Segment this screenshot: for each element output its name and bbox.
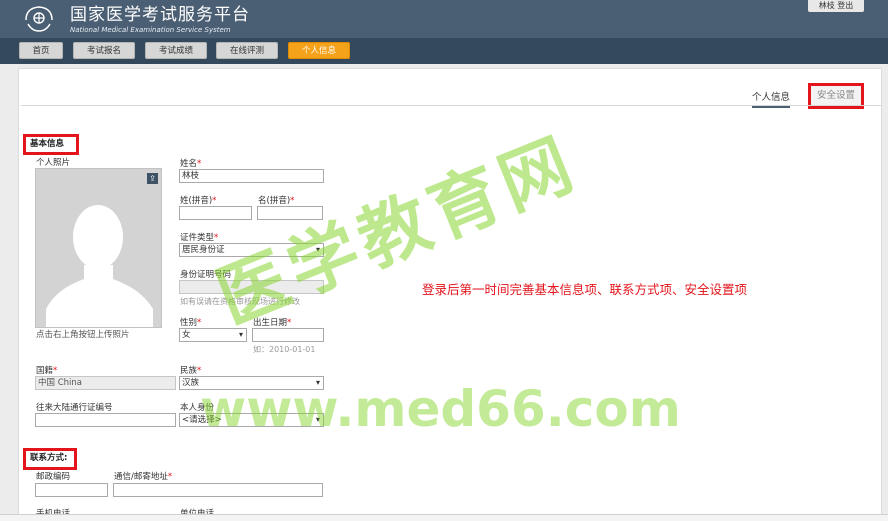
birth-date-field[interactable] — [252, 328, 324, 342]
mainland-permit-field[interactable] — [35, 413, 176, 427]
address-label: 通信/邮寄地址* — [114, 472, 173, 482]
status-bar — [0, 514, 888, 521]
name-label: 姓名* — [180, 159, 202, 169]
nav-personal-info[interactable]: 个人信息 — [288, 42, 350, 59]
username: 林枝 — [818, 1, 835, 10]
nav-exam-registration[interactable]: 考试报名 — [73, 42, 135, 59]
id-number-field — [179, 280, 324, 294]
address-field[interactable] — [113, 483, 323, 497]
ethnicity-label: 民族* — [180, 366, 202, 376]
avatar-silhouette-icon — [46, 205, 153, 327]
postcode-field[interactable] — [35, 483, 108, 497]
nav-online-assessment[interactable]: 在线评测 — [216, 42, 278, 59]
surname-pinyin-label: 姓(拼音)* — [180, 196, 217, 206]
name-field[interactable]: 林枝 — [179, 169, 324, 183]
profile-photo: ⇪ — [35, 168, 162, 328]
instruction-note: 登录后第一时间完善基本信息项、联系方式项、安全设置项 — [422, 282, 748, 297]
nav-home[interactable]: 首页 — [19, 42, 63, 59]
logout-link[interactable]: 登出 — [837, 1, 853, 10]
gender-select[interactable]: 女 — [179, 328, 247, 342]
site-title: 国家医学考试服务平台 — [70, 5, 250, 25]
contact-heading: 联系方式: — [23, 448, 77, 470]
birth-date-hint: 如：2010-01-01 — [253, 345, 316, 354]
main-nav: 首页 考试报名 考试成绩 在线评测 个人信息 — [0, 38, 888, 64]
logo-emblem-icon — [25, 6, 53, 32]
photo-label: 个人照片 — [36, 158, 71, 168]
nav-exam-scores[interactable]: 考试成绩 — [145, 42, 207, 59]
brand: 国家医学考试服务平台 National Medical Examination … — [70, 4, 250, 35]
given-pinyin-label: 名(拼音)* — [258, 196, 295, 206]
id-type-select[interactable]: 居民身份证 — [179, 243, 324, 257]
top-header: 国家医学考试服务平台 National Medical Examination … — [0, 0, 888, 38]
postcode-label: 邮政编码 — [36, 472, 71, 482]
identity-select[interactable]: <请选择> — [179, 413, 324, 427]
ethnicity-select[interactable]: 汉族 — [179, 376, 324, 390]
user-box: 林枝 登出 — [808, 0, 864, 12]
site-subtitle: National Medical Examination Service Sys… — [70, 26, 231, 34]
given-pinyin-field[interactable] — [257, 206, 323, 220]
nationality-label: 国籍* — [36, 366, 58, 376]
birth-date-label: 出生日期* — [253, 318, 292, 328]
upload-photo-icon[interactable]: ⇪ — [147, 173, 158, 184]
id-type-label: 证件类型* — [180, 233, 219, 243]
photo-upload-hint: 点击右上角按钮上传照片 — [36, 330, 130, 340]
id-number-hint: 如有误请在资格审核现场进行修改 — [180, 297, 300, 306]
tab-divider — [21, 105, 881, 106]
basic-info-heading: 基本信息 — [23, 134, 79, 155]
surname-pinyin-field[interactable] — [179, 206, 252, 220]
identity-label: 本人身份 — [180, 403, 215, 413]
mainland-permit-label: 往来大陆通行证编号 — [36, 403, 113, 413]
nationality-field: 中国 China — [35, 376, 176, 390]
id-number-label: 身份证明号码 — [180, 270, 232, 280]
gender-label: 性别* — [180, 318, 202, 328]
